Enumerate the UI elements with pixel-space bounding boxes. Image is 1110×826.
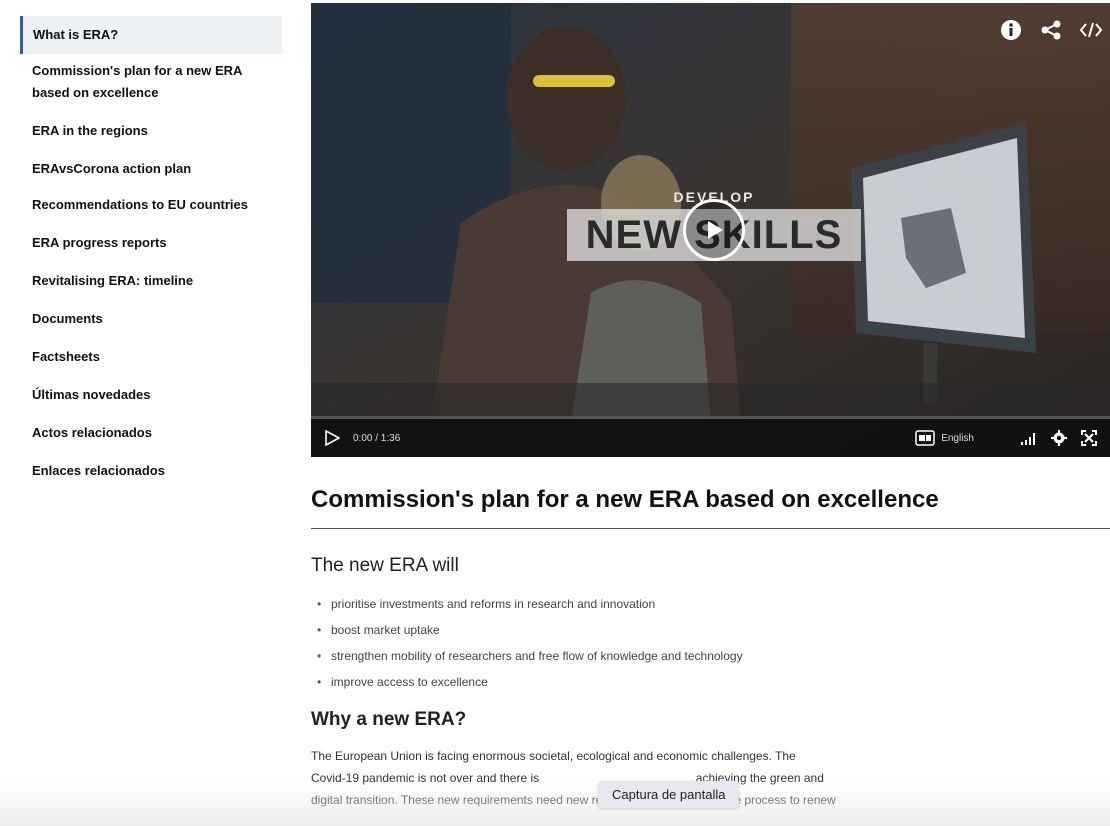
video-player[interactable]: DEVELOP NEW SKILLS 0:00 / 1:36 English <box>311 3 1110 457</box>
sidebar-item-recommendations[interactable]: Recommendations to EU countries <box>20 188 282 224</box>
section-heading-new-era: The new ERA will <box>311 555 459 576</box>
paragraph-line: digital transition. These new requiremen… <box>311 793 836 807</box>
subtitles-icon <box>915 430 935 446</box>
page-title: Commission's plan for a new ERA based on… <box>311 486 1110 529</box>
info-icon[interactable] <box>998 17 1024 43</box>
main-content: Commission's plan for a new ERA based on… <box>311 486 1110 811</box>
sidebar-item-enlaces-relacionados[interactable]: Enlaces relacionados <box>20 452 282 490</box>
video-time: 0:00 / 1:36 <box>353 432 401 444</box>
sidebar-item-commission-plan[interactable]: Commission's plan for a new ERA based on… <box>20 54 282 112</box>
bullet-list: prioritise investments and reforms in re… <box>317 591 1110 695</box>
list-item: improve access to excellence <box>317 669 1110 695</box>
sidebar-item-documents[interactable]: Documents <box>20 300 282 338</box>
sidebar-item-eravscorona[interactable]: ERAvsCorona action plan <box>20 150 282 188</box>
paragraph-line: Covid-19 pandemic is not over and there … <box>311 771 540 785</box>
play-icon <box>325 430 340 446</box>
volume-button[interactable] <box>1018 427 1040 449</box>
list-item: strengthen mobility of researchers and f… <box>317 643 1110 669</box>
video-controls-bar: 0:00 / 1:36 English <box>311 416 1110 457</box>
list-item: prioritise investments and reforms in re… <box>317 591 1110 617</box>
sidebar-item-revitalising-timeline[interactable]: Revitalising ERA: timeline <box>20 262 282 300</box>
settings-button[interactable] <box>1048 427 1070 449</box>
play-pause-button[interactable] <box>321 427 343 449</box>
sidebar-nav: What is ERA? Commission's plan for a new… <box>20 16 282 490</box>
video-top-icons <box>998 17 1104 43</box>
sidebar-item-progress-reports[interactable]: ERA progress reports <box>20 224 282 262</box>
sidebar-item-ultimas-novedades[interactable]: Últimas novedades <box>20 376 282 414</box>
sidebar-item-factsheets[interactable]: Factsheets <box>20 338 282 376</box>
list-item: boost market uptake <box>317 617 1110 643</box>
subtitle-language-label: English <box>941 432 974 444</box>
embed-code-icon[interactable] <box>1078 17 1104 43</box>
settings-icon <box>1051 430 1067 446</box>
share-icon[interactable] <box>1038 17 1064 43</box>
volume-icon <box>1021 433 1035 445</box>
fullscreen-icon <box>1081 430 1097 446</box>
video-progress-bar[interactable] <box>311 416 1110 419</box>
paragraph-line: The European Union is facing enormous so… <box>311 749 796 763</box>
play-button[interactable] <box>683 199 745 261</box>
play-icon <box>708 221 723 239</box>
screenshot-tooltip: Captura de pantalla <box>598 781 740 808</box>
sidebar-item-era-regions[interactable]: ERA in the regions <box>20 112 282 150</box>
fullscreen-button[interactable] <box>1078 427 1100 449</box>
section-heading-why-new-era: Why a new ERA? <box>311 709 467 730</box>
subtitle-language-button[interactable]: English <box>915 430 974 446</box>
sidebar-item-what-is-era[interactable]: What is ERA? <box>20 16 282 54</box>
sidebar-item-actos-relacionados[interactable]: Actos relacionados <box>20 414 282 452</box>
